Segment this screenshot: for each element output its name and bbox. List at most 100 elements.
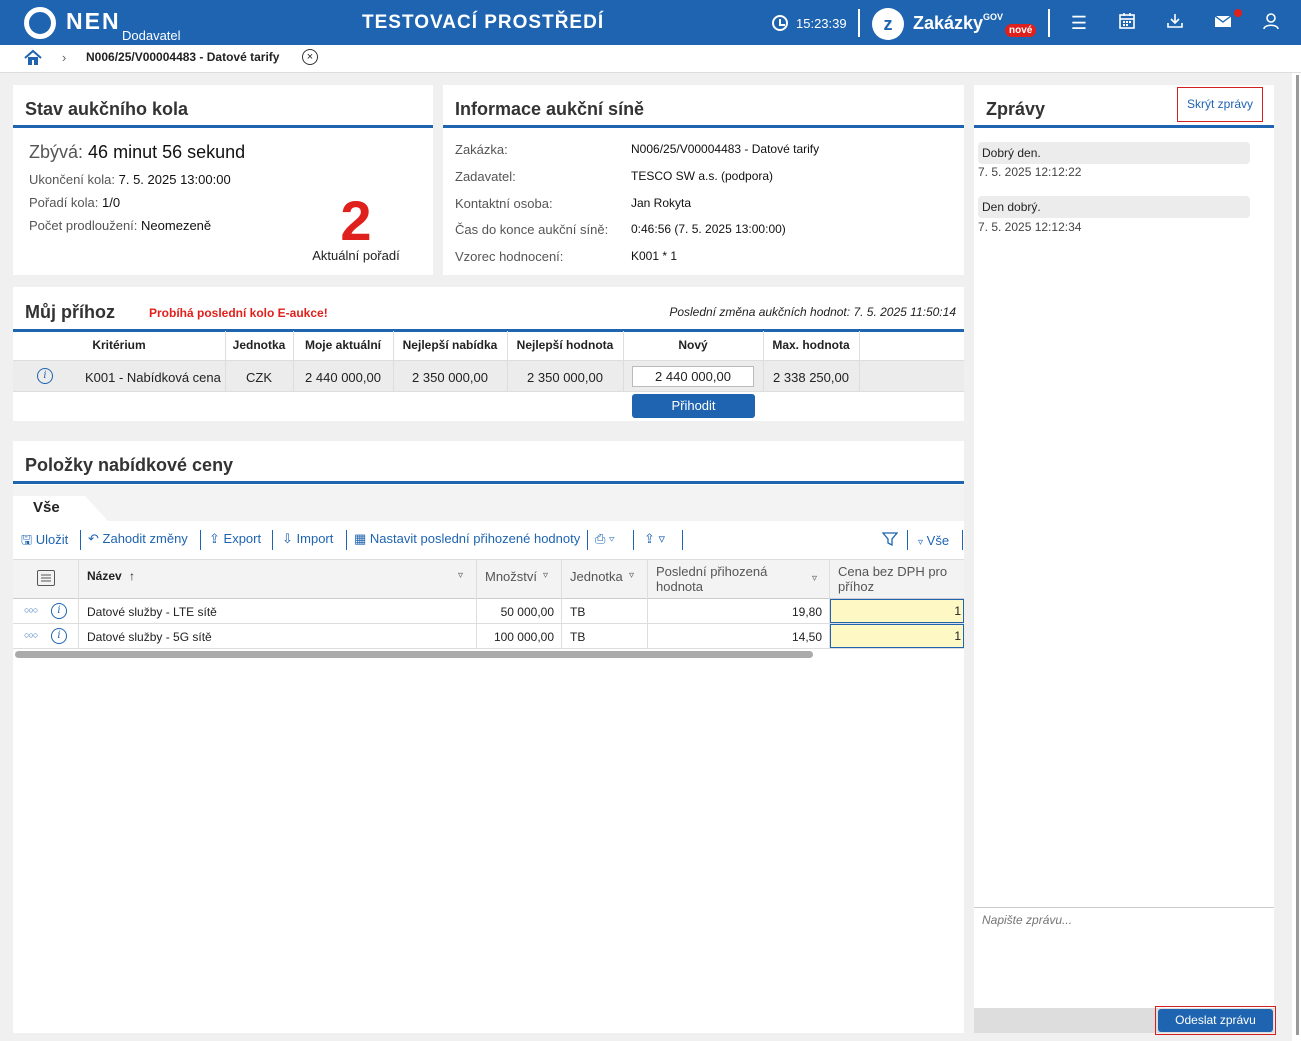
panel-title: Položky nabídkové ceny [25,455,234,475]
zakazky-logo-icon[interactable]: z [872,8,904,40]
calendar-icon[interactable] [1116,12,1138,34]
column-header: Max. hodnota [772,338,850,352]
round-order-label: Pořadí kola: [29,195,99,210]
logo-subtitle: Dodavatel [122,28,181,43]
message-time: 7. 5. 2025 12:12:34 [978,220,1082,234]
save-button[interactable]: 🖫 Uložit [21,531,68,553]
message-input[interactable] [974,908,1274,1008]
set-last-label: Nastavit poslední přihozené hodnoty [369,531,581,546]
filter-select[interactable]: ▿ Vše [918,533,949,548]
save-label: Uložit [35,532,69,547]
notification-dot [1234,9,1242,17]
zakazky-new-badge: nové [1005,24,1037,37]
column-filter-icon[interactable]: ▿ [543,570,548,581]
column-header-price[interactable]: Cena bez DPH pro příhoz [838,564,958,594]
column-header-last[interactable]: Poslední přihozená hodnota [656,564,796,594]
column-divider [393,331,394,391]
export-button[interactable]: ⇪ Export [209,531,261,547]
column-divider [78,559,79,649]
current-rank-label: Aktuální pořadí [312,248,400,263]
info-value: 0:46:56 (7. 5. 2025 13:00:00) [631,222,786,236]
item-qty-cell: 100 000,00 [493,630,554,644]
panel-title: Zprávy [986,99,1046,119]
info-icon[interactable]: i [37,368,53,384]
info-icon[interactable]: i [51,603,67,619]
info-icon[interactable]: i [51,628,67,644]
home-icon[interactable] [24,49,42,67]
download-icon[interactable] [1164,12,1186,34]
share-button[interactable]: ⇪ ▿ [644,531,665,547]
print-button[interactable]: ⎙ ▿ [595,531,614,547]
column-divider [561,559,562,649]
auction-info-panel: Informace aukční síně Zakázka: N006/25/V… [443,85,964,275]
send-message-button[interactable]: Odeslat zprávu [1158,1009,1273,1032]
discard-button[interactable]: ↶ Zahodit změny [88,531,188,547]
column-header: Jednotka [232,338,286,352]
menu-icon[interactable]: ☰ [1068,12,1090,34]
column-filter-icon[interactable]: ▿ [629,570,634,581]
environment-title: TESTOVACÍ PROSTŘEDÍ [362,12,605,33]
column-filter-icon[interactable]: ▿ [812,573,817,584]
item-last-cell: 19,80 [791,605,822,619]
panel-title: Můj příhoz [25,302,115,322]
new-value-input[interactable]: 2 440 000,00 [632,366,754,387]
panel-underline [13,481,964,484]
column-header-qty[interactable]: Množství [485,569,537,584]
page-scrollbar-thumb[interactable] [1296,75,1299,1035]
hide-messages-button[interactable]: Skrýt zprávy [1177,87,1263,122]
column-header-name[interactable]: Název ↑ [87,569,135,583]
tab-all[interactable]: Vše [13,496,85,522]
mine-cell: 2 440 000,00 [305,370,381,385]
round-end-label: Ukončení kola: [29,172,115,187]
my-bid-panel: Můj příhoz Probíhá poslední kolo E-aukce… [13,287,964,421]
discard-label: Zahodit změny [102,531,188,546]
zakazky-label[interactable]: Zakázky [913,13,983,34]
printer-icon: ⎙ ▿ [595,531,615,546]
bid-submit-button[interactable]: Přihodit [632,394,755,418]
header-divider [1048,9,1050,37]
panel-underline [974,125,1274,128]
row-menu-icon[interactable]: ○○○ [24,630,38,640]
toolbar-divider [272,530,273,550]
column-divider [293,331,294,391]
calculator-icon: ▦ [354,531,367,546]
unit-cell: CZK [246,370,272,385]
item-unit-cell: TB [570,605,586,619]
info-label: Čas do konce aukční síně: [455,222,609,237]
round-end: Ukončení kola: 7. 5. 2025 13:00:00 [29,172,231,187]
set-last-values-button[interactable]: ▦ Nastavit poslední přihozené hodnoty [354,531,580,547]
import-label: Import [296,531,334,546]
user-icon[interactable] [1260,12,1282,34]
close-icon[interactable]: × [302,49,318,65]
item-price-input[interactable]: 1 [830,624,964,648]
last-change: Poslední změna aukčních hodnot: 7. 5. 20… [669,305,956,319]
toolbar-divider [962,530,963,550]
round-end-value: 7. 5. 2025 13:00:00 [118,172,231,187]
column-settings-icon[interactable] [37,570,55,586]
column-divider [623,331,624,391]
column-header: Nejlepší nabídka [402,338,498,352]
item-price-input[interactable]: 1 [830,599,964,623]
sort-up-icon: ↑ [129,569,136,583]
top-bar: NEN Dodavatel TESTOVACÍ PROSTŘEDÍ 15:23:… [0,0,1301,45]
breadcrumb-current[interactable]: N006/25/V00004483 - Datové tarify [86,50,279,64]
column-filter-icon[interactable]: ▿ [458,570,463,581]
panel-underline [13,329,964,332]
extension-label: Počet prodloužení: [29,218,138,233]
toolbar-divider [80,530,81,550]
info-value: K001 * 1 [631,249,678,263]
panel-underline [13,125,433,128]
column-header-unit[interactable]: Jednotka [570,569,623,584]
panel-underline [443,125,964,128]
row-menu-icon[interactable]: ○○○ [24,605,38,615]
row-divider [13,623,964,624]
horizontal-scrollbar[interactable] [15,651,813,658]
best-value-cell: 2 350 000,00 [527,370,603,385]
import-button[interactable]: ⇩ Import [282,531,333,547]
mail-icon[interactable] [1212,12,1234,34]
extension-count: Počet prodloužení: Neomezeně [29,218,211,233]
column-header: Kritérium [92,338,146,352]
logo-text[interactable]: NEN [66,8,121,35]
filter-icon[interactable] [881,531,899,550]
nen-logo-icon[interactable] [24,7,56,39]
